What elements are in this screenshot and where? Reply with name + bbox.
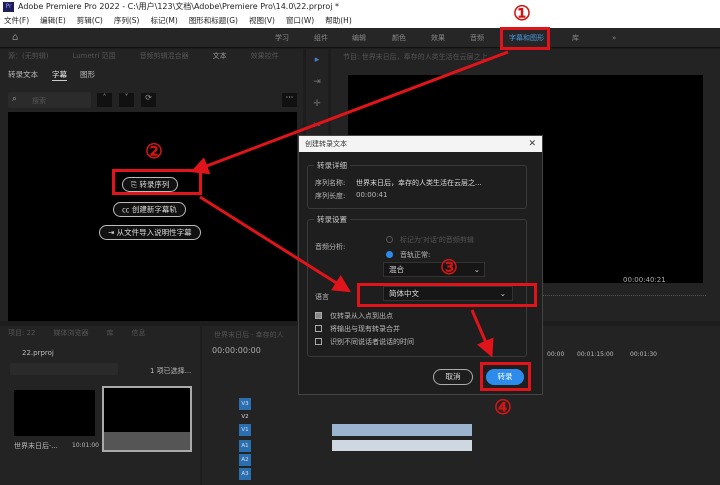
arrow-1 <box>190 50 509 175</box>
annotation-arrows <box>190 50 509 358</box>
arrow-3 <box>470 309 494 358</box>
arrow-2 <box>199 195 352 293</box>
